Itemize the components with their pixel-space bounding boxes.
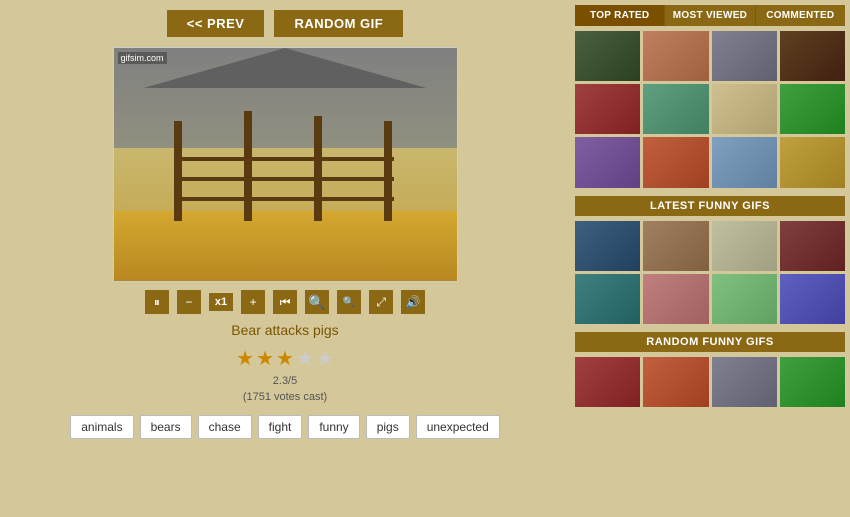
latest-section-header: LATEST FUNNY GIFS [575, 196, 845, 216]
random-thumb-2[interactable] [643, 357, 708, 407]
star-4[interactable]: ★ [296, 346, 314, 371]
tag-funny[interactable]: funny [308, 415, 359, 439]
latest-grid [575, 221, 845, 324]
left-panel: << PREV RANDOM GIF gifsim.com ⏸ − x1 + ⏮… [0, 0, 570, 517]
thumb-9[interactable] [575, 137, 640, 187]
tag-chase[interactable]: chase [198, 415, 252, 439]
zoom-in-button[interactable]: 🔍 [337, 290, 361, 314]
tags-container: animals bears chase fight funny pigs une… [70, 415, 500, 439]
tab-commented[interactable]: COMMENTED [756, 5, 845, 26]
latest-thumb-4[interactable] [780, 221, 845, 271]
thumb-12[interactable] [780, 137, 845, 187]
gif-scene [114, 48, 457, 281]
gif-title[interactable]: Bear attacks pigs [231, 322, 338, 338]
thumb-6[interactable] [643, 84, 708, 134]
random-gif-button[interactable]: RANDOM GIF [274, 10, 403, 37]
tab-most-viewed[interactable]: MOST VIEWED [665, 5, 755, 26]
thumb-5[interactable] [575, 84, 640, 134]
plus-button[interactable]: + [241, 290, 265, 314]
random-thumb-4[interactable] [780, 357, 845, 407]
zoom-out-button[interactable]: 🔍 [305, 290, 329, 314]
latest-thumb-5[interactable] [575, 274, 640, 324]
tag-unexpected[interactable]: unexpected [416, 415, 500, 439]
latest-thumb-3[interactable] [712, 221, 777, 271]
expand-button[interactable]: ⤢ [369, 290, 393, 314]
tag-bears[interactable]: bears [140, 415, 192, 439]
latest-thumb-1[interactable] [575, 221, 640, 271]
x1-button[interactable]: x1 [209, 293, 233, 311]
thumb-4[interactable] [780, 31, 845, 81]
star-2[interactable]: ★ [256, 346, 274, 371]
nav-buttons: << PREV RANDOM GIF [20, 10, 550, 37]
latest-thumb-6[interactable] [643, 274, 708, 324]
rating-votes: (1751 votes cast) [243, 391, 327, 403]
top-rated-grid [575, 31, 845, 188]
thumb-1[interactable] [575, 31, 640, 81]
latest-thumb-2[interactable] [643, 221, 708, 271]
minus-button[interactable]: − [177, 290, 201, 314]
star-5[interactable]: ★ [316, 346, 334, 371]
latest-thumb-7[interactable] [712, 274, 777, 324]
right-panel: TOP RATED MOST VIEWED COMMENTED LATEST F… [570, 0, 850, 517]
gif-container: gifsim.com [113, 47, 458, 282]
tag-fight[interactable]: fight [258, 415, 303, 439]
thumb-3[interactable] [712, 31, 777, 81]
thumb-2[interactable] [643, 31, 708, 81]
thumb-7[interactable] [712, 84, 777, 134]
star-3[interactable]: ★ [276, 346, 294, 371]
star-1[interactable]: ★ [236, 346, 254, 371]
prev-button[interactable]: << PREV [167, 10, 265, 37]
pause-button[interactable]: ⏸ [145, 290, 169, 314]
volume-button[interactable]: 🔊 [401, 290, 425, 314]
stars-rating: ★ ★ ★ ★ ★ [236, 346, 334, 371]
random-thumb-3[interactable] [712, 357, 777, 407]
tab-top-rated[interactable]: TOP RATED [575, 5, 665, 26]
thumb-8[interactable] [780, 84, 845, 134]
tag-pigs[interactable]: pigs [366, 415, 410, 439]
random-grid [575, 357, 845, 407]
random-section-header: RANDOM FUNNY GIFS [575, 332, 845, 352]
controls-bar: ⏸ − x1 + ⏮ 🔍 🔍 ⤢ 🔊 [145, 290, 425, 314]
tabs-header: TOP RATED MOST VIEWED COMMENTED [575, 5, 845, 26]
rating-value: 2.3/5 [273, 375, 297, 387]
latest-thumb-8[interactable] [780, 274, 845, 324]
tag-animals[interactable]: animals [70, 415, 133, 439]
random-thumb-1[interactable] [575, 357, 640, 407]
thumb-10[interactable] [643, 137, 708, 187]
thumb-11[interactable] [712, 137, 777, 187]
watermark: gifsim.com [118, 52, 167, 64]
rewind-button[interactable]: ⏮ [273, 290, 297, 314]
